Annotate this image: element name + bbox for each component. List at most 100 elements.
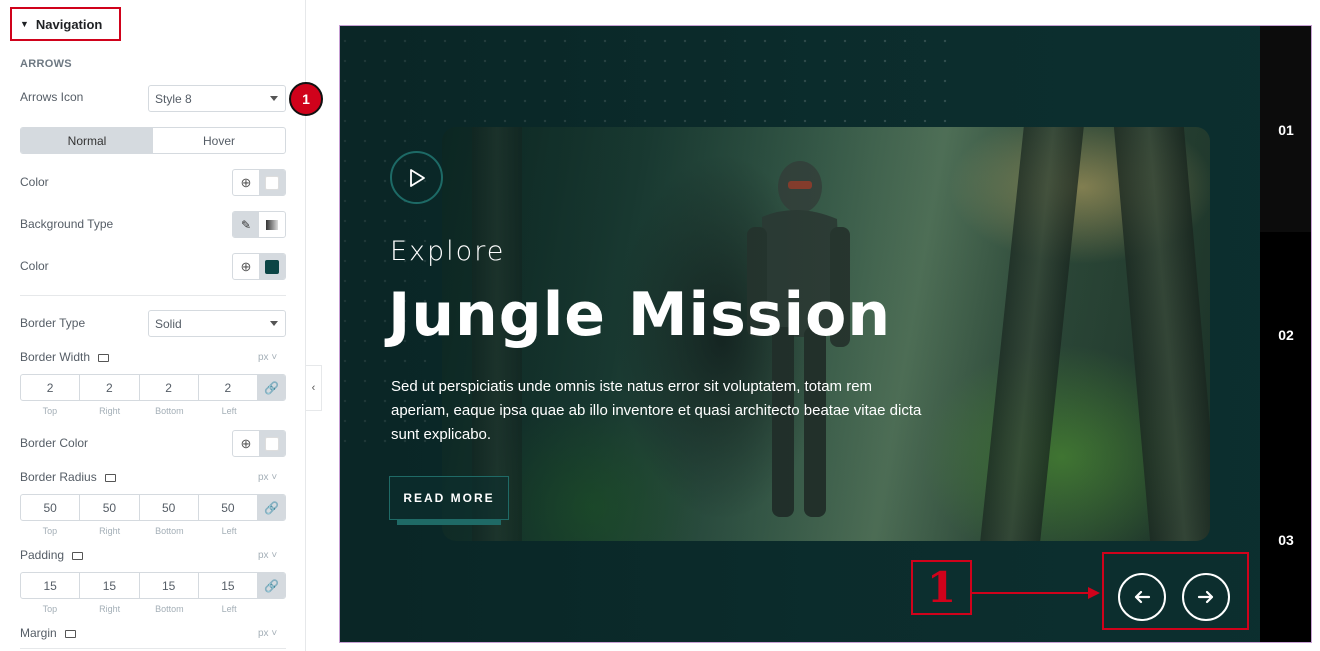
annotation-arrow-head (1088, 587, 1100, 599)
dim-label-left: Left (221, 526, 237, 536)
padding-right[interactable]: 15 (80, 573, 140, 598)
brush-icon[interactable]: ✎ (233, 212, 259, 237)
dropdown-arrow-icon (270, 321, 278, 326)
desktop-icon[interactable] (104, 474, 116, 482)
globe-icon[interactable]: ⊕ (233, 170, 259, 195)
slide-title: Jungle Mission (388, 280, 892, 350)
next-arrow-button[interactable] (1182, 573, 1230, 621)
arrow-left-icon (1134, 590, 1151, 604)
bg-color-control: ⊕ (232, 253, 286, 280)
arrow-right-icon (1197, 590, 1214, 604)
play-button[interactable] (390, 151, 443, 204)
padding-unit[interactable]: px ˅ (258, 550, 278, 561)
annotation-callout: 1 (911, 560, 972, 615)
desktop-icon[interactable] (64, 630, 76, 638)
slide-description: Sed ut perspiciatis unde omnis iste natu… (391, 378, 922, 443)
unit-text: px (258, 472, 269, 483)
gradient-icon[interactable] (259, 212, 285, 237)
unit-text: px (258, 628, 269, 639)
border-width-right[interactable]: 2 (80, 375, 140, 400)
tree-trunk (1113, 127, 1210, 541)
state-tabs: Normal Hover (20, 127, 286, 154)
dimension-labels: Top Right Bottom Left (20, 406, 259, 416)
divider (20, 648, 286, 649)
globe-icon[interactable]: ⊕ (233, 431, 259, 456)
border-width-label: Border Width (20, 350, 91, 364)
border-color-swatch-fill (265, 436, 279, 451)
dim-label-right: Right (99, 604, 121, 614)
collapse-panel-button[interactable]: ‹ (306, 365, 322, 411)
dim-label-top: Top (42, 526, 58, 536)
tab-hover[interactable]: Hover (153, 128, 285, 153)
color-control: ⊕ (232, 169, 286, 196)
border-radius-left[interactable]: 50 (199, 495, 258, 520)
read-more-underline (397, 520, 501, 525)
border-width-row: Border Width (20, 350, 286, 364)
border-radius-unit[interactable]: px ˅ (258, 472, 278, 483)
border-radius-right[interactable]: 50 (80, 495, 140, 520)
prev-arrow-button[interactable] (1118, 573, 1166, 621)
dim-label-left: Left (221, 406, 237, 416)
slide-number-2[interactable]: 02 (1260, 327, 1311, 343)
dropdown-arrow-icon (270, 96, 278, 101)
unit-text: px (258, 550, 269, 561)
dim-label-right: Right (99, 406, 121, 416)
unit-text: px (258, 352, 269, 363)
border-width-bottom[interactable]: 2 (140, 375, 199, 400)
border-color-swatch[interactable] (259, 431, 285, 456)
section-title: Navigation (35, 16, 103, 32)
dim-label-bottom: Bottom (155, 604, 184, 614)
dimension-labels: Top Right Bottom Left (20, 526, 259, 536)
padding-bottom[interactable]: 15 (140, 573, 199, 598)
border-width-unit[interactable]: px ˅ (258, 352, 278, 363)
color-swatch-fill (265, 175, 279, 190)
margin-unit[interactable]: px ˅ (258, 628, 278, 639)
settings-panel: ▼ Navigation ARROWS Arrows Icon Style 8 … (0, 0, 323, 651)
dim-label-right: Right (99, 526, 121, 536)
padding-top[interactable]: 15 (21, 573, 81, 598)
navigation-section-toggle[interactable]: ▼ Navigation (10, 7, 121, 41)
slide-subtitle: Explore (390, 236, 506, 267)
tab-normal[interactable]: Normal (21, 128, 153, 153)
desktop-icon[interactable] (72, 552, 84, 560)
dim-label-bottom: Bottom (155, 406, 184, 416)
border-radius-top[interactable]: 50 (21, 495, 81, 520)
border-radius-bottom[interactable]: 50 (140, 495, 199, 520)
dim-label-top: Top (42, 604, 58, 614)
dim-label-left: Left (221, 604, 237, 614)
link-icon[interactable]: 🔗 (258, 573, 285, 598)
border-width-top[interactable]: 2 (21, 375, 81, 400)
padding-inputs: 15 15 15 15 🔗 (20, 572, 286, 599)
border-radius-label: Border Radius (20, 470, 97, 484)
padding-left[interactable]: 15 (199, 573, 258, 598)
border-type-select[interactable]: Solid (148, 310, 286, 337)
arrows-subsection-title: ARROWS (20, 58, 72, 70)
play-icon (409, 168, 425, 187)
border-color-control: ⊕ (232, 430, 286, 457)
caret-down-icon: ▼ (20, 19, 29, 29)
color-swatch[interactable] (259, 170, 285, 195)
arrows-icon-select[interactable]: Style 8 (148, 85, 286, 112)
desktop-icon[interactable] (98, 354, 110, 362)
read-more-button[interactable]: READ MORE (389, 476, 509, 520)
annotation-badge: 1 (289, 82, 323, 116)
dimension-labels: Top Right Bottom Left (20, 604, 259, 614)
slide-number-3[interactable]: 03 (1260, 532, 1311, 548)
border-width-left[interactable]: 2 (199, 375, 258, 400)
background-type-control: ✎ (232, 211, 286, 238)
padding-label: Padding (20, 548, 65, 562)
bg-color-swatch-fill (265, 259, 279, 274)
link-icon[interactable]: 🔗 (258, 375, 285, 400)
globe-icon[interactable]: ⊕ (233, 254, 259, 279)
border-radius-inputs: 50 50 50 50 🔗 (20, 494, 286, 521)
bg-color-swatch[interactable] (259, 254, 285, 279)
dim-label-top: Top (42, 406, 58, 416)
border-width-inputs: 2 2 2 2 🔗 (20, 374, 286, 401)
tree-trunk (980, 127, 1084, 541)
slide-number-1[interactable]: 01 (1260, 122, 1311, 138)
margin-row: Margin (20, 626, 286, 640)
divider (20, 295, 286, 296)
link-icon[interactable]: 🔗 (258, 495, 285, 520)
slider-preview: Explore Jungle Mission Sed ut perspiciat… (339, 25, 1312, 643)
chevron-left-icon: ‹ (311, 382, 316, 394)
